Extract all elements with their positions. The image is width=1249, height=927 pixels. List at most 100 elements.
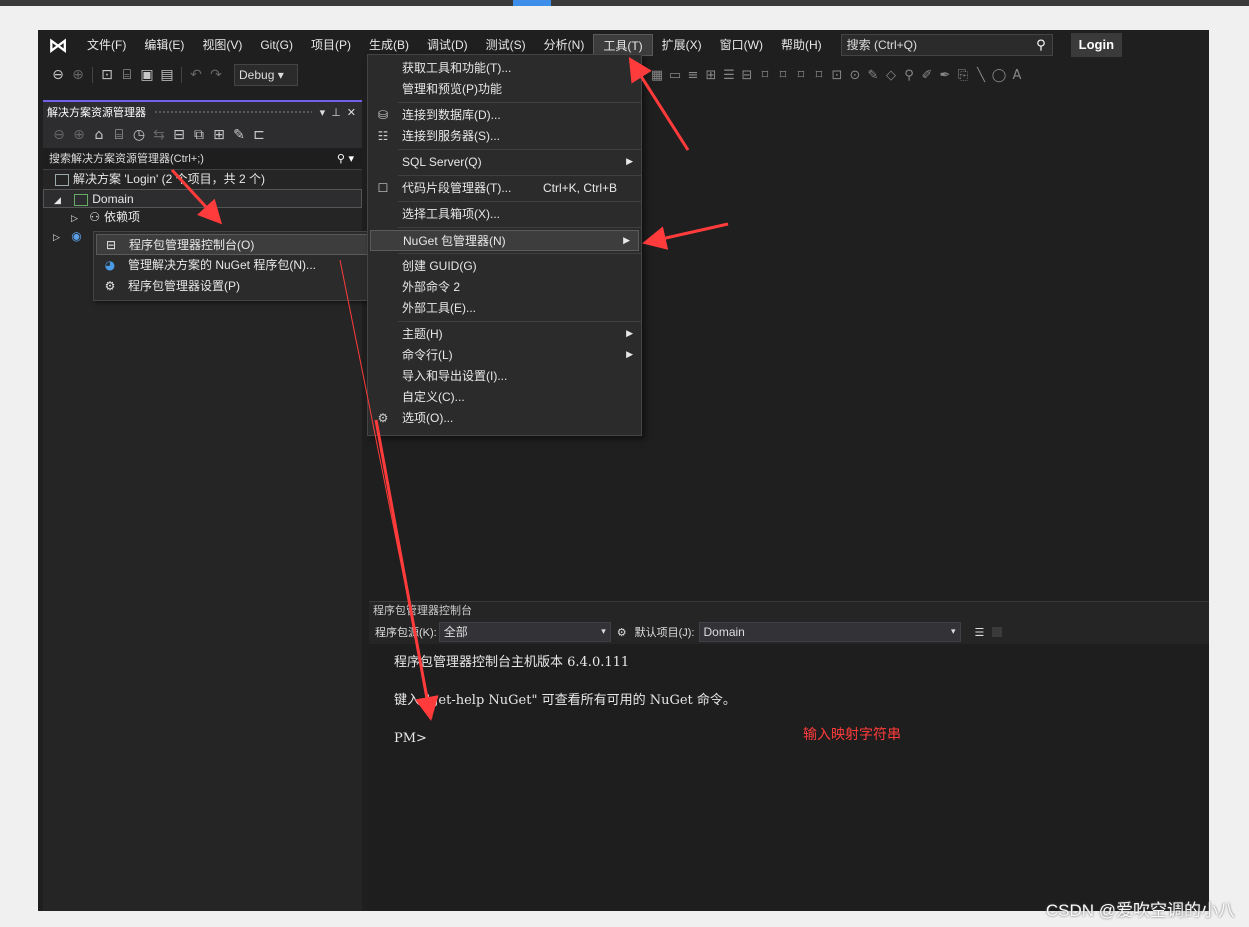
menu-item-nuget-package-manager[interactable]: NuGet 包管理器(N) ▶ bbox=[370, 230, 639, 251]
toolbar-icon[interactable]: ◯ bbox=[990, 68, 1008, 83]
menu-project[interactable]: 项目(P) bbox=[302, 34, 360, 56]
pmc-prompt[interactable]: PM> bbox=[394, 728, 1209, 766]
show-all-files-icon[interactable]: ⊞ bbox=[209, 127, 229, 143]
toolbar-icon[interactable]: ◇ bbox=[882, 68, 900, 83]
toolbar-icon[interactable]: ✒ bbox=[936, 68, 954, 83]
toolbar-icon[interactable]: ⊙ bbox=[846, 68, 864, 83]
toolbar-icon[interactable]: ⊡ bbox=[828, 68, 846, 83]
forward-icon[interactable]: ⊕ bbox=[68, 67, 88, 83]
menu-separator bbox=[398, 149, 641, 150]
settings-gear-icon[interactable]: ⚙ bbox=[617, 626, 627, 639]
menu-item-create-guid[interactable]: 创建 GUID(G) bbox=[368, 256, 641, 277]
redo-icon[interactable]: ↷ bbox=[206, 67, 226, 83]
solution-explorer-search-placeholder: 搜索解决方案资源管理器(Ctrl+;) bbox=[49, 153, 204, 165]
sync-icon[interactable]: ⇆ bbox=[149, 127, 169, 143]
undo-icon[interactable]: ↶ bbox=[186, 67, 206, 83]
menu-item-options[interactable]: ⚙ 选项(O)... bbox=[368, 408, 641, 429]
package-source-select[interactable]: 全部 ▾ bbox=[438, 622, 611, 642]
menu-tools[interactable]: 工具(T) bbox=[593, 34, 653, 56]
preview-icon[interactable]: ⊏ bbox=[249, 127, 269, 143]
configuration-select[interactable]: Debug ▾ bbox=[234, 64, 298, 86]
menu-item-package-manager-settings[interactable]: ⚙ 程序包管理器设置(P) bbox=[96, 276, 368, 297]
login-button[interactable]: Login bbox=[1070, 33, 1123, 57]
default-project-select[interactable]: Domain ▾ bbox=[698, 622, 961, 642]
menu-test[interactable]: 测试(S) bbox=[477, 34, 535, 56]
dropdown-icon[interactable]: ▾ bbox=[320, 106, 326, 119]
solution-explorer-title-bar: 解决方案资源管理器 ▾ ⊥ ✕ bbox=[43, 102, 362, 122]
menu-window[interactable]: 窗口(W) bbox=[711, 34, 772, 56]
back-icon[interactable]: ⊖ bbox=[48, 67, 68, 83]
toolbar-icon[interactable]: ⊟ bbox=[738, 68, 756, 83]
stop-icon[interactable] bbox=[992, 627, 1003, 637]
history-icon[interactable]: ◷ bbox=[129, 127, 149, 143]
properties-icon[interactable]: ✎ bbox=[229, 127, 249, 143]
toolbar-icon[interactable]: ☰ bbox=[720, 68, 738, 83]
tree-item-project-domain[interactable]: ◢ Domain bbox=[43, 189, 362, 208]
open-folder-icon[interactable]: ⌸ bbox=[117, 67, 137, 83]
menu-item-label: 连接到数据库(D)... bbox=[402, 108, 501, 122]
tree-item-solution[interactable]: 解决方案 'Login' (2 个项目，共 2 个) bbox=[43, 170, 362, 189]
menu-item-connect-server[interactable]: ☷ 连接到服务器(S)... bbox=[368, 126, 641, 147]
toolbar-icon[interactable]: ⌑ bbox=[774, 68, 792, 83]
menu-item-external-tools[interactable]: 外部工具(E)... bbox=[368, 298, 641, 319]
menu-git[interactable]: Git(G) bbox=[251, 34, 302, 56]
toolbar-icon[interactable]: ✐ bbox=[918, 68, 936, 83]
toolbar-icon[interactable]: 𝖠 bbox=[1008, 68, 1026, 83]
new-project-icon[interactable]: ⊡ bbox=[97, 67, 117, 83]
menu-item-package-manager-console[interactable]: ⊟ 程序包管理器控制台(O) bbox=[96, 234, 368, 255]
clear-console-icon[interactable]: ☰ bbox=[975, 626, 985, 639]
chevron-down-icon: ▾ bbox=[950, 627, 956, 637]
toolbar-icon[interactable]: ⌑ bbox=[792, 68, 810, 83]
solution-explorer-search-input[interactable]: 搜索解决方案资源管理器(Ctrl+;) ⚲ ▾ bbox=[43, 148, 362, 170]
menu-analyze[interactable]: 分析(N) bbox=[535, 34, 594, 56]
menu-file[interactable]: 文件(F) bbox=[78, 34, 135, 56]
toolbar-icon[interactable]: ╲ bbox=[972, 68, 990, 83]
menu-edit[interactable]: 编辑(E) bbox=[135, 34, 193, 56]
menu-build[interactable]: 生成(B) bbox=[360, 34, 418, 56]
toolbar-icon[interactable]: ⚲ bbox=[900, 68, 918, 83]
menu-item-import-export[interactable]: 导入和导出设置(I)... bbox=[368, 366, 641, 387]
toolbar-icon[interactable]: ⌑ bbox=[756, 68, 774, 83]
switch-views-icon[interactable]: ⌸ bbox=[109, 127, 129, 143]
toolbar-icon[interactable]: ⎘ bbox=[954, 68, 972, 83]
global-search-input[interactable]: 搜索 (Ctrl+Q) ⚲ bbox=[840, 34, 1053, 56]
menu-extensions[interactable]: 扩展(X) bbox=[653, 34, 711, 56]
server-icon: ☷ bbox=[377, 129, 389, 143]
toolbar-icon[interactable]: ▦ bbox=[648, 68, 666, 83]
menu-item-snippets-manager[interactable]: ☐ 代码片段管理器(T)... Ctrl+K, Ctrl+B bbox=[368, 178, 641, 199]
menu-item-connect-database[interactable]: ⛁ 连接到数据库(D)... bbox=[368, 105, 641, 126]
save-icon[interactable]: ▣ bbox=[137, 67, 157, 83]
close-icon[interactable]: ✕ bbox=[347, 106, 356, 119]
save-all-icon[interactable]: ▤ bbox=[157, 67, 177, 83]
collapse-all-icon[interactable]: ⊟ bbox=[169, 127, 189, 143]
menu-item-command-line[interactable]: 命令行(L) ▶ bbox=[368, 345, 641, 366]
menu-item-external-command-2[interactable]: 外部命令 2 bbox=[368, 277, 641, 298]
annotation-text: 输入映射字符串 bbox=[803, 726, 901, 742]
toolbar-icon[interactable]: ≡ bbox=[684, 68, 702, 83]
pin-icon[interactable]: ⊥ bbox=[331, 106, 341, 119]
toolbar-icon[interactable]: ▭ bbox=[666, 68, 684, 83]
back-icon[interactable]: ⊖ bbox=[49, 127, 69, 143]
menu-debug[interactable]: 调试(D) bbox=[418, 34, 477, 56]
toolbar-icon[interactable]: ✎ bbox=[864, 68, 882, 83]
menu-item-choose-toolbox[interactable]: 选择工具箱项(X)... bbox=[368, 204, 641, 225]
menu-item-theme[interactable]: 主题(H) ▶ bbox=[368, 324, 641, 345]
menu-item-manage-nuget-packages[interactable]: ◕ 管理解决方案的 NuGet 程序包(N)... bbox=[96, 255, 368, 276]
copy-icon[interactable]: ⧉ bbox=[189, 127, 209, 143]
collapse-arrow-icon[interactable]: ▷ bbox=[53, 232, 60, 242]
menu-item-customize[interactable]: 自定义(C)... bbox=[368, 387, 641, 408]
menu-item-get-tools[interactable]: 获取工具和功能(T)... bbox=[368, 58, 641, 79]
menu-view[interactable]: 视图(V) bbox=[193, 34, 251, 56]
pmc-output[interactable]: 程序包管理器控制台主机版本 6.4.0.111 键入 "get-help NuG… bbox=[369, 644, 1209, 766]
home-icon[interactable]: ⌂ bbox=[89, 127, 109, 143]
tree-item-dependencies[interactable]: ▷ ⚇ 依赖项 bbox=[43, 208, 362, 227]
forward-icon[interactable]: ⊕ bbox=[69, 127, 89, 143]
expand-arrow-icon[interactable]: ◢ bbox=[54, 195, 61, 205]
menu-item-manage-preview[interactable]: 管理和预览(P)功能 bbox=[368, 79, 641, 100]
menu-item-sql-server[interactable]: SQL Server(Q) ▶ bbox=[368, 152, 641, 173]
toolbar-icon[interactable]: ⌑ bbox=[810, 68, 828, 83]
collapse-arrow-icon[interactable]: ▷ bbox=[71, 213, 78, 223]
toolbar-icon[interactable]: ⊞ bbox=[702, 68, 720, 83]
menu-help[interactable]: 帮助(H) bbox=[772, 34, 831, 56]
nuget-submenu: ⊟ 程序包管理器控制台(O) ◕ 管理解决方案的 NuGet 程序包(N)...… bbox=[93, 231, 371, 301]
